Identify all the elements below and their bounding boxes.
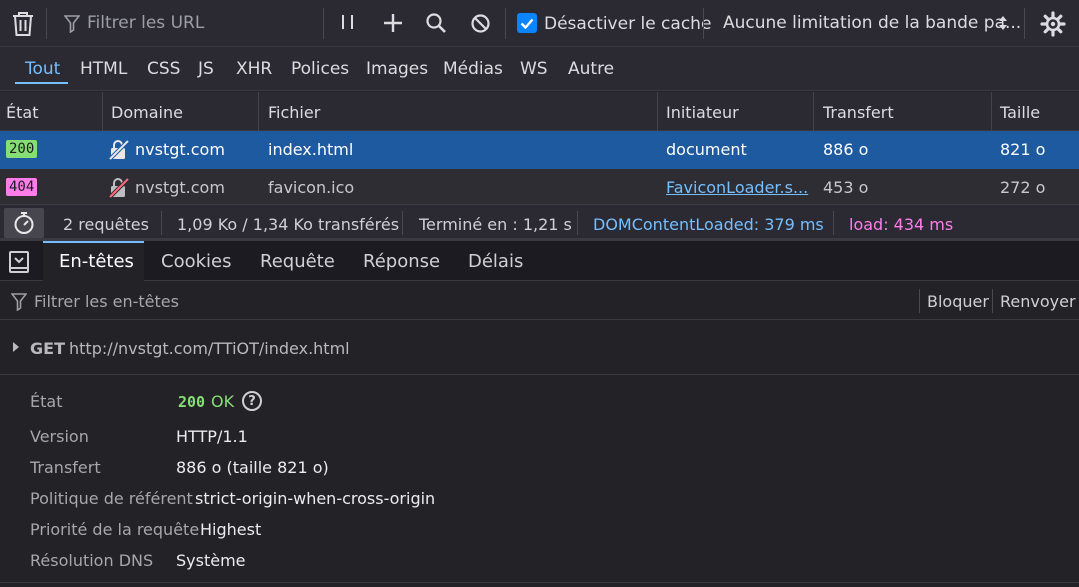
referrer-policy-value: strict-origin-when-cross-origin: [195, 489, 436, 508]
row-file: index.html: [268, 140, 354, 159]
dns-resolution-value: Système: [176, 551, 246, 570]
transfer-value: 886 o (taille 821 o): [176, 458, 329, 477]
filter-tab-ws[interactable]: WS: [520, 57, 548, 81]
row-initiator: document: [666, 140, 747, 159]
status-badge: 200: [6, 140, 38, 158]
transfer-label: Transfert: [30, 458, 101, 477]
column-header-initiator[interactable]: Initiateur: [666, 103, 739, 122]
row-file: favicon.ico: [268, 178, 355, 197]
gear-icon[interactable]: [1040, 11, 1066, 37]
version-value: HTTP/1.1: [176, 427, 248, 446]
status-badge: 404: [6, 178, 38, 196]
column-header-size[interactable]: Taille: [1000, 103, 1040, 122]
pause-icon[interactable]: [340, 13, 356, 33]
referrer-policy-label: Politique de référent: [30, 489, 193, 508]
expand-triangle-icon[interactable]: [12, 341, 20, 353]
details-tab-bar: En-têtes Cookies Requête Réponse Délais: [0, 241, 1079, 281]
column-header-status[interactable]: État: [6, 103, 38, 122]
tab-timings[interactable]: Délais: [468, 251, 523, 272]
table-row[interactable]: 200 nvstgt.com index.html document 886 o…: [0, 131, 1079, 169]
tab-response[interactable]: Réponse: [363, 251, 440, 272]
summary-domcontentloaded: DOMContentLoaded: 379 ms: [593, 215, 824, 234]
row-domain: nvstgt.com: [135, 178, 225, 197]
request-method: GET: [30, 339, 65, 358]
filter-tab-all[interactable]: Tout: [25, 57, 60, 81]
row-size: 272 o: [1000, 178, 1046, 197]
filter-icon: [64, 15, 80, 33]
table-row[interactable]: 404 nvstgt.com favicon.ico FaviconLoader…: [0, 169, 1079, 204]
column-header-transfer[interactable]: Transfert: [823, 103, 894, 122]
tab-headers[interactable]: En-têtes: [43, 241, 144, 281]
column-header-file[interactable]: Fichier: [268, 103, 320, 122]
stopwatch-icon: [13, 211, 35, 235]
row-domain: nvstgt.com: [135, 140, 225, 159]
headers-filter-input[interactable]: Filtrer les en-têtes: [34, 292, 179, 311]
insecure-lock-icon: [108, 177, 130, 199]
status-code: 200: [178, 393, 206, 411]
request-url: http://nvstgt.com/TTiOT/index.html: [69, 339, 350, 358]
tab-cookies[interactable]: Cookies: [161, 251, 231, 272]
filter-tab-fonts[interactable]: Polices: [291, 57, 349, 81]
version-label: Version: [30, 427, 89, 446]
network-toolbar: Filtrer les URL Désactiver le cache Aucu…: [0, 0, 1079, 47]
column-header-domain[interactable]: Domaine: [111, 103, 183, 122]
tab-headers-label: En-têtes: [59, 251, 134, 272]
help-icon[interactable]: ?: [242, 391, 262, 411]
tab-request[interactable]: Requête: [260, 251, 335, 272]
request-priority-label: Priorité de la requête: [30, 520, 200, 539]
row-initiator-link[interactable]: FaviconLoader.s...: [666, 178, 808, 197]
disable-cache-label[interactable]: Désactiver le cache: [544, 14, 711, 34]
headers-filter-bar: Filtrer les en-têtes Bloquer Renvoyer: [0, 282, 1079, 320]
performance-button[interactable]: [4, 208, 44, 238]
filter-tab-html[interactable]: HTML: [80, 57, 127, 81]
toggle-sidebar-icon[interactable]: [8, 250, 30, 274]
status-text: OK: [211, 392, 235, 411]
insecure-lock-icon: [108, 139, 130, 161]
filter-tab-media[interactable]: Médias: [443, 57, 503, 81]
row-transfer: 453 o: [823, 178, 869, 197]
summary-transferred: 1,09 Ko / 1,34 Ko transférés: [177, 215, 400, 234]
filter-tab-css[interactable]: CSS: [147, 57, 180, 81]
plus-icon[interactable]: [382, 12, 404, 34]
summary-finished: Terminé en : 1,21 s: [419, 215, 572, 234]
request-priority-value: Highest: [200, 520, 262, 539]
block-icon[interactable]: [470, 13, 491, 34]
filter-tab-other[interactable]: Autre: [568, 57, 614, 81]
status-label: État: [30, 392, 63, 411]
network-summary-bar: 2 requêtes 1,09 Ko / 1,34 Ko transférés …: [0, 204, 1079, 241]
filter-tab-images[interactable]: Images: [366, 57, 428, 81]
request-type-filter-bar: Tout HTML CSS JS XHR Polices Images Médi…: [0, 47, 1079, 91]
requests-table-header: État Domaine Fichier Initiateur Transfer…: [0, 92, 1079, 131]
row-size: 821 o: [1000, 140, 1046, 159]
row-transfer: 886 o: [823, 140, 869, 159]
filter-icon: [11, 293, 27, 311]
url-filter-input[interactable]: Filtrer les URL: [87, 13, 204, 33]
dns-resolution-label: Résolution DNS: [30, 551, 154, 570]
request-summary-line[interactable]: GET http://nvstgt.com/TTiOT/index.html: [0, 321, 1079, 375]
summary-load: load: 434 ms: [849, 215, 954, 234]
disable-cache-checkbox[interactable]: [517, 13, 537, 33]
filter-tab-xhr[interactable]: XHR: [236, 57, 272, 81]
filter-tab-js[interactable]: JS: [198, 57, 214, 81]
throttling-select[interactable]: Aucune limitation de la bande pa...: [723, 13, 1021, 33]
section-divider: [0, 582, 1079, 583]
block-button[interactable]: Bloquer: [927, 292, 989, 311]
search-icon[interactable]: [425, 12, 447, 34]
sort-arrows-icon: [998, 14, 1008, 32]
trash-icon[interactable]: [11, 11, 35, 37]
summary-requests: 2 requêtes: [63, 215, 149, 234]
resend-button[interactable]: Renvoyer: [1000, 292, 1076, 311]
